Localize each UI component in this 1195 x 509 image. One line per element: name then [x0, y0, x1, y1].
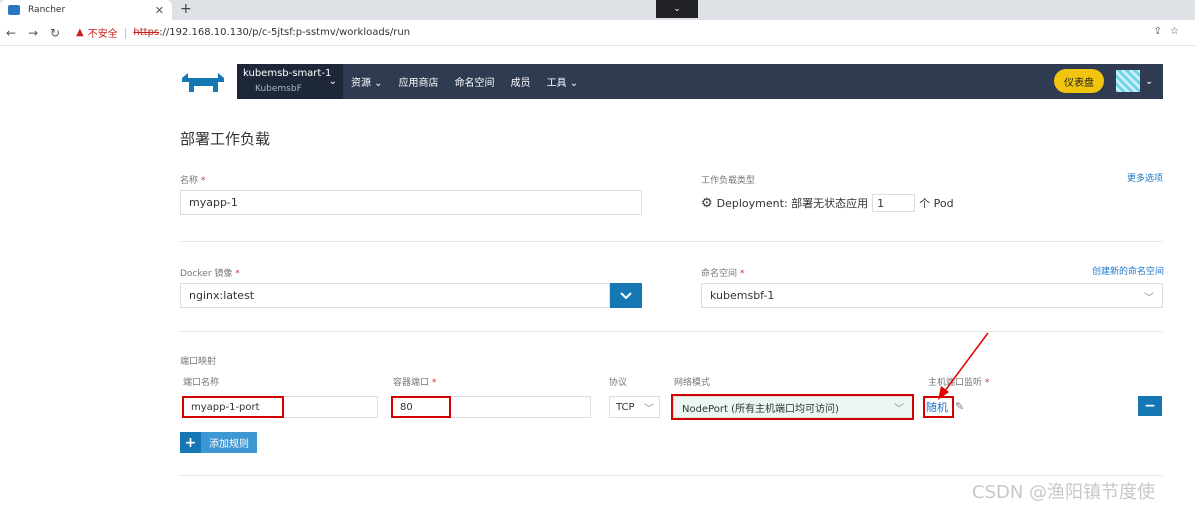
docker-image-input[interactable]: nginx:latest	[180, 283, 610, 308]
top-navigation-bar: kubemsb-smart-1 KubemsbF ⌄ 资源 ⌄ 应用商店 命名空…	[237, 64, 1163, 99]
cluster-project-switcher[interactable]: kubemsb-smart-1 KubemsbF ⌄	[237, 64, 343, 99]
share-bookmark-icons[interactable]: ⇪☆	[1154, 26, 1187, 37]
plus-icon: +	[180, 432, 201, 453]
security-warning[interactable]: ▲ 不安全	[76, 25, 118, 40]
protocol-select[interactable]: TCP ﹀	[609, 396, 660, 418]
dashboard-button[interactable]: 仪表盘	[1054, 69, 1104, 93]
chevron-down-icon	[620, 291, 632, 299]
divider	[180, 241, 1163, 242]
docker-image-label-text: Docker 镜像	[180, 269, 233, 279]
deployment-icon: ⚙	[701, 195, 713, 211]
port-name-header: 端口名称	[183, 378, 220, 388]
highlight-box	[182, 396, 284, 418]
warning-icon: ▲	[76, 27, 84, 38]
url-path: ://192.168.10.130/p/c-5jtsf:p-sstmv/work…	[159, 27, 411, 38]
create-namespace-link[interactable]: 创建新的命名空间	[1092, 264, 1164, 277]
annotation-arrow-icon	[938, 332, 989, 400]
required-mark: *	[200, 176, 206, 186]
forward-icon[interactable]: →	[22, 26, 44, 40]
container-port-header-text: 容器端口	[393, 378, 430, 388]
chevron-down-icon: ﹀	[644, 404, 654, 415]
highlight-box	[671, 394, 914, 420]
rancher-logo-icon[interactable]	[180, 70, 226, 94]
tab-title: Rancher	[28, 5, 66, 15]
rancher-favicon-icon	[8, 5, 20, 15]
more-options-link[interactable]: 更多选项	[1127, 171, 1163, 184]
chevron-down-icon[interactable]: ⌄	[1145, 76, 1153, 87]
name-input[interactable]: myapp-1	[180, 190, 642, 215]
workload-type-selector: ⚙ Deployment: 部署无状态应用 1 个 Pod	[701, 193, 954, 213]
menu-members[interactable]: 成员	[511, 74, 531, 89]
required-mark: *	[235, 269, 240, 279]
network-mode-header: 网络模式	[674, 378, 711, 388]
add-rule-label: 添加规则	[209, 439, 249, 450]
pod-unit: 个 Pod	[919, 197, 954, 210]
url-protocol: https	[133, 27, 160, 38]
name-label: 名称 *	[180, 173, 205, 186]
workload-type-label: 工作负载类型	[701, 176, 756, 186]
namespace-label: 命名空间 *	[701, 266, 744, 279]
menu-app-store[interactable]: 应用商店	[399, 74, 439, 89]
port-mapping-label: 端口映射	[180, 357, 217, 367]
cluster-name: kubemsb-smart-1	[243, 68, 332, 79]
url-field[interactable]: https://192.168.10.130/p/c-5jtsf:p-sstmv…	[133, 27, 410, 38]
name-label-text: 名称	[180, 176, 199, 186]
divider: |	[123, 26, 128, 39]
required-mark: *	[431, 378, 437, 388]
pod-count-input[interactable]: 1	[872, 194, 916, 212]
container-port-header: 容器端口 *	[393, 375, 436, 388]
add-rule-button[interactable]: + 添加规则	[180, 432, 257, 453]
reload-icon[interactable]: ↻	[44, 26, 66, 40]
browser-tab-bar: Rancher ✕ + ⌄	[0, 0, 1195, 20]
back-icon[interactable]: ←	[0, 26, 22, 40]
chevron-down-icon: ⌄	[328, 76, 337, 87]
namespace-label-text: 命名空间	[701, 269, 738, 279]
highlight-box	[391, 396, 451, 418]
tab-menu-chevron-icon[interactable]: ⌄	[656, 0, 698, 18]
chevron-down-icon: ﹀	[1144, 293, 1154, 304]
close-icon[interactable]: ✕	[155, 4, 164, 17]
image-dropdown-button[interactable]	[610, 283, 642, 308]
protocol-value: TCP	[616, 401, 635, 413]
security-warning-label: 不安全	[87, 29, 118, 40]
main-menu: 资源 ⌄ 应用商店 命名空间 成员 工具 ⌄	[351, 64, 594, 99]
required-mark: *	[739, 269, 745, 279]
avatar[interactable]	[1116, 70, 1140, 92]
docker-image-label: Docker 镜像 *	[180, 266, 240, 279]
address-bar: ← → ↻ ▲ 不安全 | https://192.168.10.130/p/c…	[0, 20, 1195, 46]
page-title: 部署工作负载	[180, 130, 271, 148]
menu-tools[interactable]: 工具 ⌄	[547, 74, 579, 89]
namespace-select[interactable]: kubemsbf-1 ﹀	[701, 283, 1163, 308]
divider	[180, 475, 1163, 476]
divider	[180, 331, 1163, 332]
namespace-value: kubemsbf-1	[710, 289, 775, 302]
protocol-header: 协议	[609, 378, 628, 388]
watermark: CSDN @渔阳镇节度使	[972, 482, 1156, 503]
menu-resources[interactable]: 资源 ⌄	[351, 74, 383, 89]
remove-port-button[interactable]: −	[1138, 396, 1162, 416]
deployment-text: Deployment: 部署无状态应用	[716, 197, 869, 210]
menu-namespaces[interactable]: 命名空间	[455, 74, 495, 89]
new-tab-icon[interactable]: +	[180, 1, 192, 17]
browser-tab[interactable]: Rancher ✕	[0, 0, 172, 20]
project-name: KubemsbF	[255, 84, 302, 94]
